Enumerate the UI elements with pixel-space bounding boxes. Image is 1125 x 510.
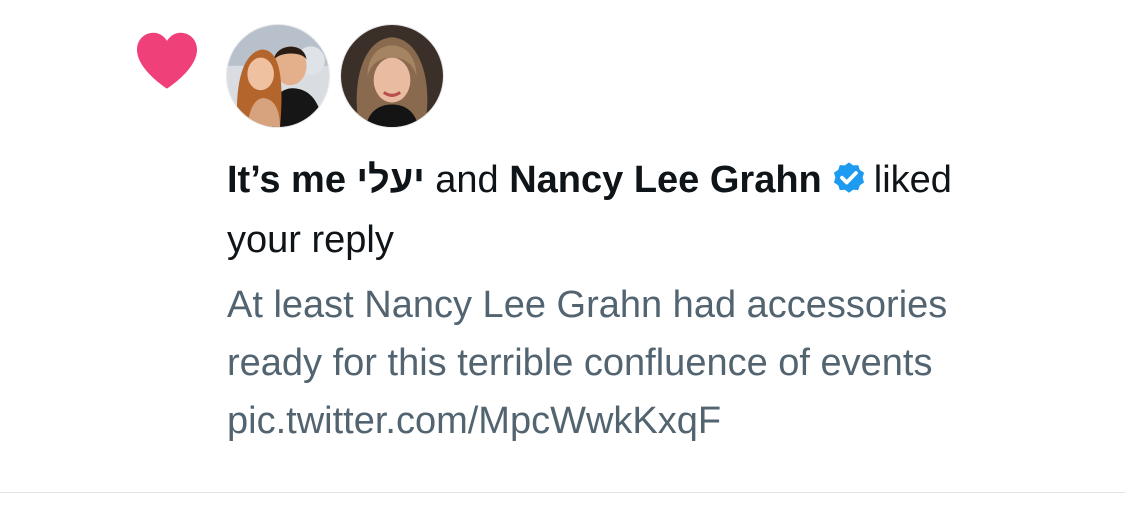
avatar-photo-icon [227, 25, 329, 127]
avatar[interactable] [226, 24, 330, 128]
action-text: liked [873, 159, 952, 201]
avatar[interactable] [340, 24, 444, 128]
action-text-continued: your reply [227, 219, 394, 261]
connector-text: and [435, 159, 499, 201]
tweet-text-line: ready for this terrible confluence of ev… [227, 342, 933, 384]
avatar-photo-icon [341, 25, 443, 127]
divider [0, 492, 1125, 493]
notification-text: It’s me יעלי and Nancy Lee Grahn liked [227, 150, 952, 210]
user-name-link[interactable]: It’s me יעלי [227, 159, 425, 201]
heart-icon [137, 32, 197, 89]
user-name-link[interactable]: Nancy Lee Grahn [509, 159, 822, 201]
verified-badge-icon [833, 162, 864, 193]
tweet-preview[interactable]: At least Nancy Lee Grahn had accessories… [227, 276, 1107, 450]
tweet-link[interactable]: pic.twitter.com/MpcWwkKxqF [227, 392, 1107, 450]
notification-item[interactable]: It’s me יעלי and Nancy Lee Grahn liked y… [0, 0, 1125, 492]
avatar-group [226, 24, 444, 130]
tweet-text-line: At least Nancy Lee Grahn had accessories [227, 284, 948, 326]
